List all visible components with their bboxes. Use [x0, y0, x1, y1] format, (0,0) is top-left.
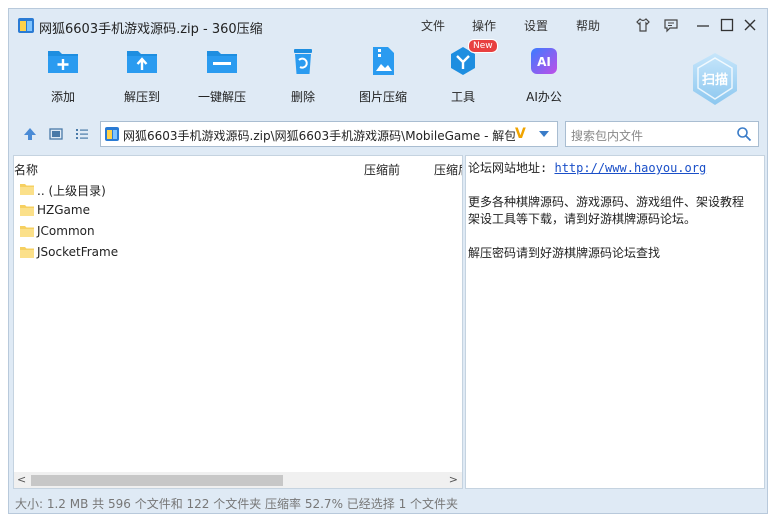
- tools-button[interactable]: New 工具: [428, 39, 498, 105]
- app-logo-icon: [18, 18, 34, 33]
- file-name: JSocketFrame: [37, 245, 119, 259]
- column-name[interactable]: 名称: [14, 161, 38, 178]
- folder-icon: [20, 184, 34, 195]
- ai-office-button[interactable]: AI AI办公: [509, 45, 579, 105]
- file-list-pane: 名称 压缩前 压缩后 .. (上级目录) HZGame JCommon JSoc…: [13, 155, 463, 489]
- archive-comment-pane: 论坛网站地址: http://www.haoyou.org 更多各种棋牌源码、游…: [465, 155, 765, 489]
- title-bar: 网狐6603手机游戏源码.zip - 360压缩 文件 操作 设置 帮助: [9, 9, 767, 43]
- file-name: .. (上级目录): [37, 184, 106, 198]
- scroll-left-icon[interactable]: <: [17, 473, 26, 486]
- chevron-down-icon[interactable]: [538, 129, 550, 139]
- one-click-extract-icon: [207, 51, 237, 73]
- window-title: 网狐6603手机游戏源码.zip - 360压缩: [39, 22, 263, 37]
- forum-link[interactable]: http://www.haoyou.org: [554, 161, 706, 175]
- check-mark-icon: V: [515, 126, 526, 142]
- comment-line: 更多各种棋牌源码、游戏源码、游戏组件、架设教程: [468, 195, 745, 209]
- view-thumbnail-icon[interactable]: [48, 126, 64, 142]
- toolbar: 添加 解压到 一键解压 删除 图片压缩 New 工具 AI AI办公 扫描: [9, 39, 767, 115]
- menu-settings[interactable]: 设置: [524, 17, 548, 34]
- folder-icon: [20, 205, 34, 216]
- file-name: JCommon: [37, 224, 95, 238]
- comment-line: 架设工具等下载，请到好游棋牌源码论坛。: [468, 212, 697, 226]
- maximize-icon[interactable]: [719, 17, 735, 33]
- up-arrow-icon[interactable]: [22, 126, 38, 142]
- zip-file-icon: [105, 127, 119, 141]
- comment-line: 论坛网站地址: http://www.haoyou.org: [468, 159, 706, 176]
- ai-icon: AI: [531, 48, 557, 74]
- close-icon[interactable]: [742, 17, 758, 33]
- add-folder-icon: [48, 51, 78, 73]
- comment-line: 解压密码请到好游棋牌源码论坛查找: [468, 246, 661, 260]
- add-label: 添加: [50, 90, 75, 104]
- trash-icon: [294, 49, 312, 74]
- menu-operate[interactable]: 操作: [472, 17, 496, 34]
- address-row: 网狐6603手机游戏源码.zip\网狐6603手机游戏源码\MobileGame…: [9, 119, 767, 149]
- skin-shirt-icon[interactable]: [635, 17, 651, 33]
- ai-office-label: AI办公: [526, 90, 562, 104]
- forum-label: 论坛网站地址:: [468, 161, 548, 175]
- extract-to-icon: [127, 51, 157, 73]
- ai-icon-text: AI: [537, 55, 551, 69]
- address-path: 网狐6603手机游戏源码.zip\网狐6603手机游戏源码\MobileGame…: [123, 129, 515, 143]
- menu-help[interactable]: 帮助: [576, 17, 600, 34]
- view-list-icon[interactable]: [74, 126, 90, 142]
- status-bar: 大小: 1.2 MB 共 596 个文件和 122 个文件夹 压缩率 52.7%…: [15, 497, 459, 511]
- scrollbar-thumb[interactable]: [31, 475, 283, 486]
- search-icon[interactable]: [736, 126, 752, 142]
- new-badge: New: [468, 39, 498, 53]
- column-size-before[interactable]: 压缩前: [364, 161, 400, 178]
- folder-icon: [20, 226, 34, 237]
- column-size-after[interactable]: 压缩后: [434, 161, 462, 178]
- search-input[interactable]: 搜索包内文件: [565, 121, 759, 147]
- horizontal-scrollbar[interactable]: < >: [14, 472, 462, 488]
- delete-label: 删除: [290, 90, 315, 104]
- search-placeholder: 搜索包内文件: [571, 129, 644, 143]
- image-compress-icon: [373, 47, 394, 75]
- one-click-extract-label: 一键解压: [197, 90, 246, 104]
- feedback-chat-icon[interactable]: [663, 17, 679, 33]
- add-button[interactable]: 添加: [28, 45, 98, 105]
- one-click-extract-button[interactable]: 一键解压: [187, 45, 257, 105]
- image-compress-label: 图片压缩: [358, 90, 407, 104]
- tools-label: 工具: [450, 90, 475, 104]
- file-name: HZGame: [37, 203, 90, 217]
- delete-button[interactable]: 删除: [268, 45, 338, 105]
- extract-to-label: 解压到: [123, 90, 160, 104]
- app-window: 网狐6603手机游戏源码.zip - 360压缩 文件 操作 设置 帮助 添加 …: [8, 8, 768, 514]
- menu-file[interactable]: 文件: [421, 17, 445, 34]
- scan-label: 扫描: [702, 72, 728, 88]
- minimize-icon[interactable]: [695, 17, 711, 33]
- image-compress-button[interactable]: 图片压缩: [348, 45, 418, 105]
- scan-button[interactable]: 扫描: [689, 51, 741, 107]
- folder-icon: [20, 247, 34, 258]
- address-bar[interactable]: 网狐6603手机游戏源码.zip\网狐6603手机游戏源码\MobileGame…: [100, 121, 558, 147]
- scroll-right-icon[interactable]: >: [449, 473, 458, 486]
- extract-to-button[interactable]: 解压到: [107, 45, 177, 105]
